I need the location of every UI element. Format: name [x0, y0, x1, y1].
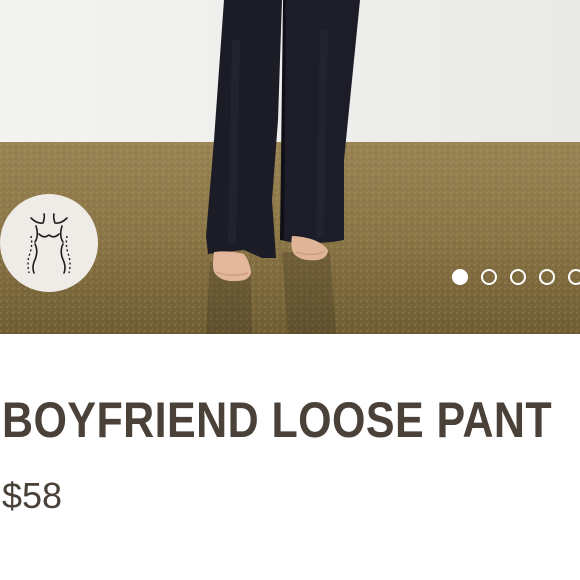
carousel-dot-4[interactable]	[539, 269, 555, 285]
product-page: BOYFRIEND LOOSE PANT $58	[0, 0, 580, 580]
body-silhouette-icon	[27, 213, 71, 274]
carousel-pagination	[452, 269, 580, 285]
carousel-dot-5[interactable]	[568, 269, 580, 285]
carousel-dot-3[interactable]	[510, 269, 526, 285]
product-title: BOYFRIEND LOOSE PANT	[2, 392, 553, 448]
product-price: $58	[2, 475, 63, 516]
carousel-dot-2[interactable]	[481, 269, 497, 285]
carousel-dot-1[interactable]	[452, 269, 468, 285]
fit-guide-button[interactable]	[0, 194, 98, 292]
